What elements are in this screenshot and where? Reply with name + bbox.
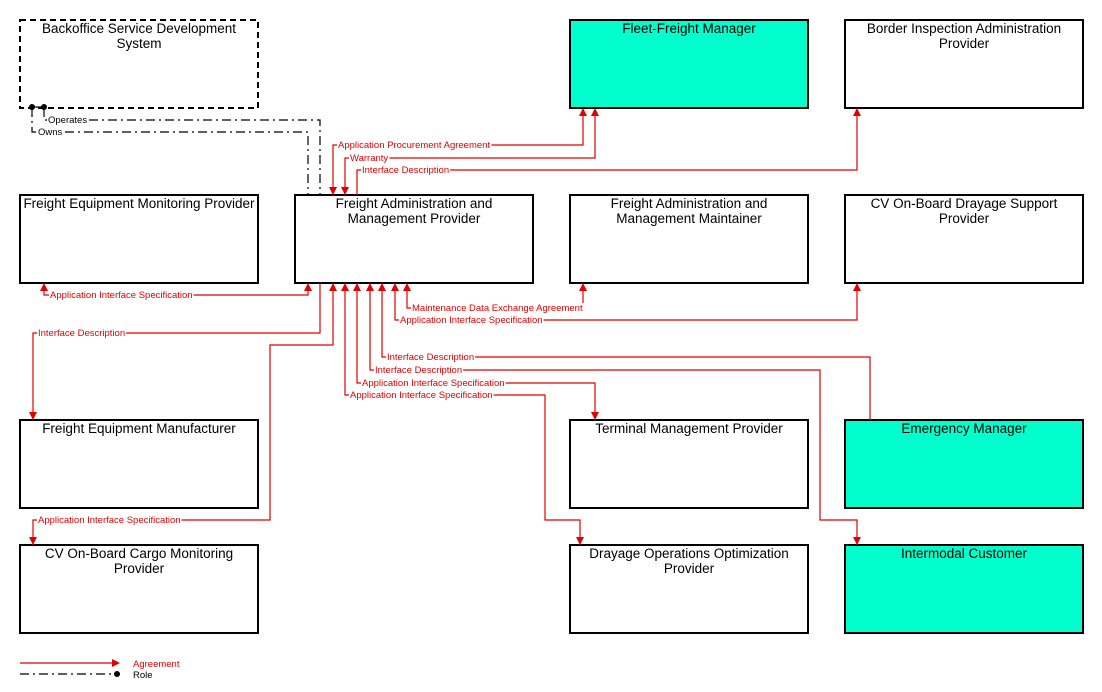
box-label: CV On-Board Cargo Monitoring xyxy=(45,546,233,561)
arrowhead-icon xyxy=(341,283,349,291)
arrowhead-icon xyxy=(329,283,337,291)
flow-line[interactable] xyxy=(344,108,596,195)
box-label: Freight Administration and xyxy=(336,196,493,211)
flow-label: Maintenance Data Exchange Agreement xyxy=(412,303,583,314)
box-fem: Freight Equipment Monitoring Provider xyxy=(19,194,259,284)
flow-line[interactable] xyxy=(332,108,584,195)
flow-label: Application Interface Specification xyxy=(50,290,193,301)
box-label: System xyxy=(116,36,161,51)
box-cvcargo: CV On-Board Cargo MonitoringProvider xyxy=(19,544,259,634)
arrowhead-icon xyxy=(40,283,48,291)
arrowhead-icon xyxy=(329,187,337,195)
box-label: Freight Equipment Monitoring Provider xyxy=(23,196,255,211)
box-famp: Freight Administration andManagement Pro… xyxy=(294,194,534,284)
arrowhead-icon xyxy=(579,108,587,116)
flow-connector[interactable]: Interface Description xyxy=(29,283,321,420)
box-label: Fleet-Freight Manager xyxy=(622,21,756,36)
box-label: Management Maintainer xyxy=(616,211,762,226)
box-label: Drayage Operations Optimization xyxy=(589,546,789,561)
flow-connector[interactable]: Warranty xyxy=(341,108,599,195)
box-label: Terminal Management Provider xyxy=(595,421,783,436)
box-backoffice: Backoffice Service DevelopmentSystem xyxy=(19,19,259,109)
box-emergency: Emergency Manager xyxy=(844,419,1084,509)
box-label: Emergency Manager xyxy=(901,421,1027,436)
box-famm: Freight Administration andManagement Mai… xyxy=(569,194,809,284)
box-fleet: Fleet-Freight Manager xyxy=(569,19,809,109)
box-label: Provider xyxy=(664,561,715,576)
box-intermodal: Intermodal Customer xyxy=(844,544,1084,634)
flow-label: Interface Description xyxy=(375,365,462,376)
arrowhead-icon xyxy=(591,412,599,420)
arrowhead-icon xyxy=(29,412,37,420)
flow-line[interactable] xyxy=(32,283,321,420)
role-label: Operates xyxy=(48,115,87,126)
arrowhead-icon xyxy=(403,283,411,291)
arrowhead-icon xyxy=(853,537,861,545)
box-label: CV On-Board Drayage Support xyxy=(871,196,1058,211)
legend-agreement-label: Agreement xyxy=(133,659,180,670)
box-label: Freight Administration and xyxy=(611,196,768,211)
flow-label: Application Interface Specification xyxy=(38,515,181,526)
box-label: Provider xyxy=(939,211,990,226)
flow-connector[interactable]: Maintenance Data Exchange Agreement xyxy=(403,283,587,314)
box-label: Management Provider xyxy=(348,211,481,226)
flow-line[interactable] xyxy=(356,108,858,195)
flow-label: Warranty xyxy=(350,153,388,164)
box-label: Provider xyxy=(114,561,165,576)
box-femfr: Freight Equipment Manufacturer xyxy=(19,419,259,509)
role-label: Owns xyxy=(38,127,63,138)
box-cvdray: CV On-Board Drayage SupportProvider xyxy=(844,194,1084,284)
role-connector[interactable]: Operates xyxy=(41,104,321,195)
box-label: Border Inspection Administration xyxy=(867,21,1061,36)
arrowhead-icon xyxy=(112,659,120,667)
arrowhead-icon xyxy=(378,283,386,291)
box-label: Freight Equipment Manufacturer xyxy=(42,421,236,436)
flow-label: Application Interface Specification xyxy=(350,390,493,401)
arrowhead-icon xyxy=(29,537,37,545)
flow-label: Application Interface Specification xyxy=(362,378,505,389)
box-border: Border Inspection AdministrationProvider xyxy=(844,19,1084,109)
flow-connector[interactable]: Application Interface Specification xyxy=(40,283,312,301)
arrowhead-icon xyxy=(304,283,312,291)
flow-label: Interface Description xyxy=(387,352,474,363)
box-drayage: Drayage Operations OptimizationProvider xyxy=(569,544,809,634)
architecture-diagram: Backoffice Service DevelopmentSystem Flee… xyxy=(19,19,1084,681)
arrowhead-icon xyxy=(391,283,399,291)
role-dot-icon xyxy=(114,671,120,677)
flow-label: Application Interface Specification xyxy=(400,315,543,326)
arrowhead-icon xyxy=(576,537,584,545)
box-label: Intermodal Customer xyxy=(901,546,1028,561)
arrowhead-icon xyxy=(579,283,587,291)
legend: AgreementRole xyxy=(20,659,180,681)
box-terminal: Terminal Management Provider xyxy=(569,419,809,509)
arrowhead-icon xyxy=(853,283,861,291)
arrowhead-icon xyxy=(853,108,861,116)
flow-label: Application Procurement Agreement xyxy=(338,140,490,151)
flow-label: Interface Description xyxy=(362,165,449,176)
flow-connector[interactable]: Application Procurement Agreement xyxy=(329,108,587,195)
arrowhead-icon xyxy=(353,283,361,291)
flow-connector[interactable]: Interface Description xyxy=(356,108,861,195)
box-label: Provider xyxy=(939,36,990,51)
box-label: Backoffice Service Development xyxy=(42,21,236,36)
flow-label: Interface Description xyxy=(38,328,125,339)
arrowhead-icon xyxy=(341,187,349,195)
arrowhead-icon xyxy=(591,108,599,116)
arrowhead-icon xyxy=(366,283,374,291)
legend-role-label: Role xyxy=(133,670,153,681)
